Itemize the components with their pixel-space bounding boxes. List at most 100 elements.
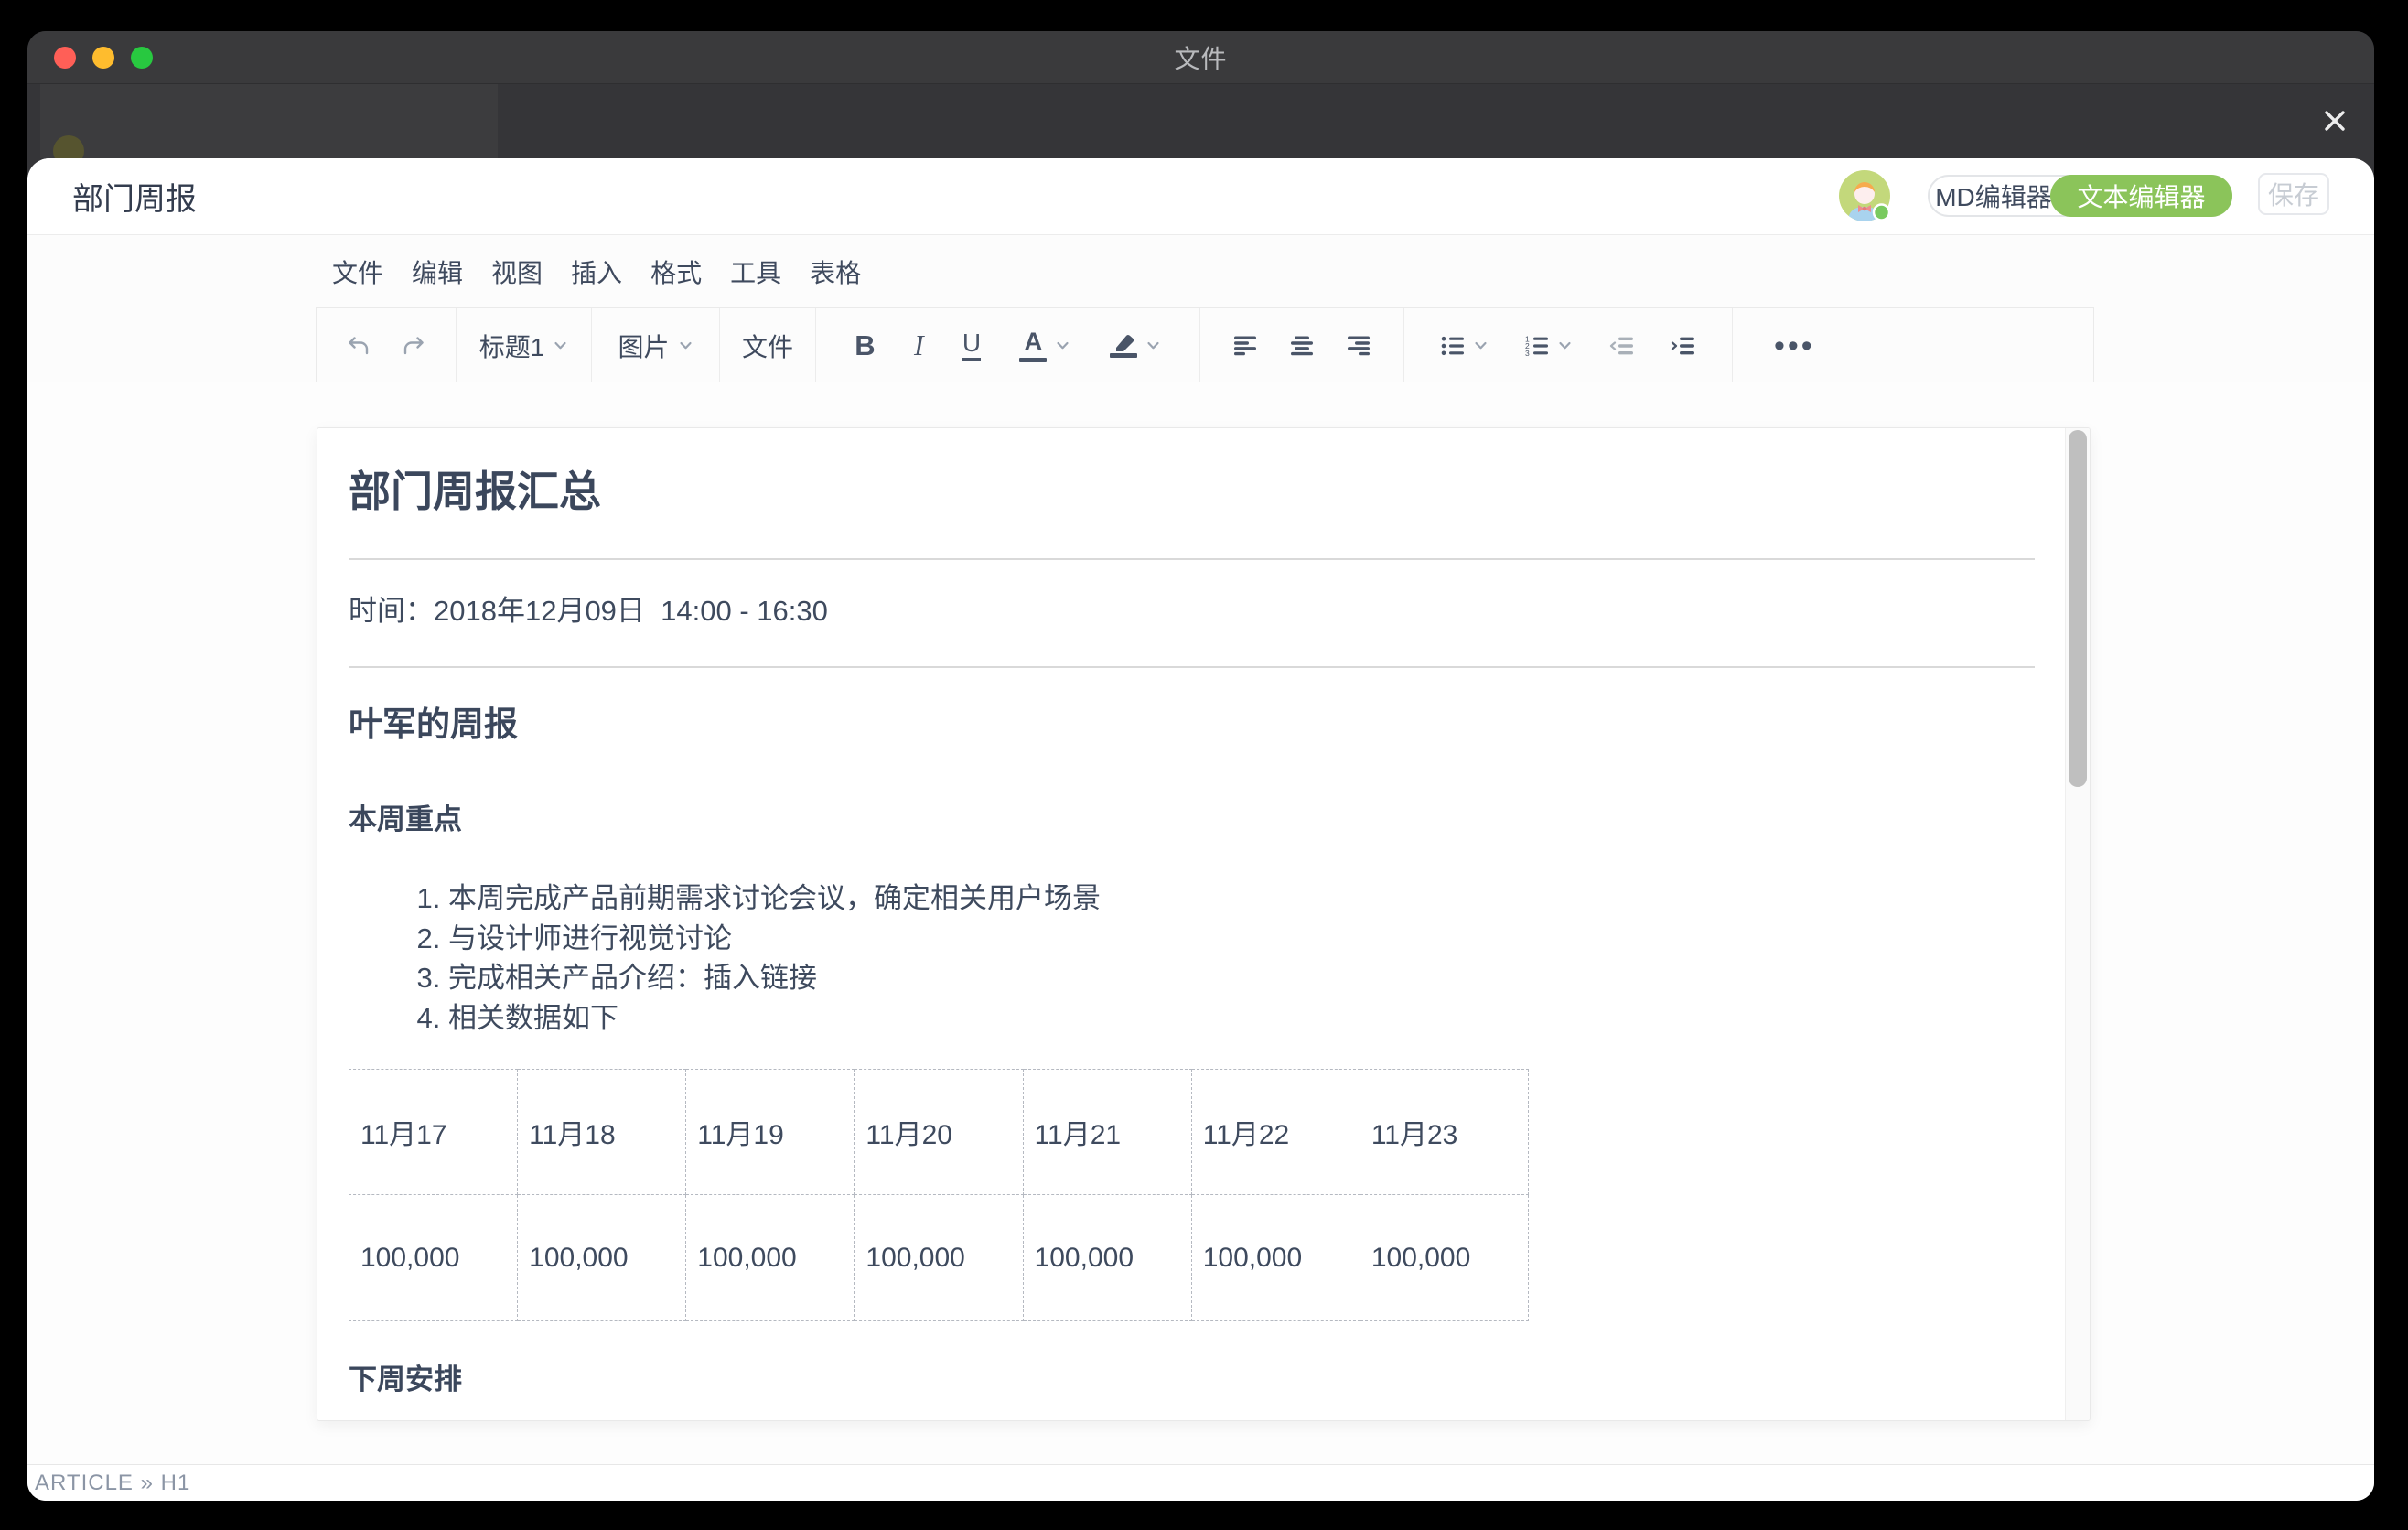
menu-insert[interactable]: 插入	[571, 253, 622, 290]
underline-button[interactable]: U	[962, 329, 981, 361]
menubar: 文件 编辑 视图 插入 格式 工具 表格	[27, 235, 2374, 307]
menu-table[interactable]: 表格	[810, 253, 861, 290]
table-cell[interactable]: 11月20	[855, 1070, 1023, 1195]
list-item[interactable]: 相关数据如下	[448, 998, 2035, 1039]
list-item[interactable]: 与设计师进行视觉讨论	[448, 919, 2035, 959]
outdent-button[interactable]	[1609, 336, 1634, 356]
chevron-down-icon	[678, 338, 693, 353]
editor-content-area: 部门周报汇总 时间：2018年12月09日 14:00 - 16:30 叶军的周…	[27, 382, 2374, 1464]
horizontal-rule	[349, 558, 2035, 560]
bullet-list-icon	[1441, 336, 1465, 356]
minimize-window-button[interactable]	[92, 47, 114, 69]
close-icon	[2320, 106, 2349, 135]
horizontal-rule	[349, 666, 2035, 668]
align-center-button[interactable]	[1290, 336, 1314, 356]
list-item[interactable]: 完成相关产品介绍：插入链接	[448, 958, 2035, 998]
traffic-lights	[54, 47, 153, 69]
doc-heading-1[interactable]: 部门周报汇总	[349, 465, 2035, 518]
file-button[interactable]: 文件	[742, 328, 793, 364]
highlight-control	[1110, 333, 1161, 358]
doc-heading-focus[interactable]: 本周重点	[349, 802, 2035, 838]
image-select[interactable]: 图片	[618, 328, 693, 364]
table-cell[interactable]: 11月22	[1191, 1070, 1360, 1195]
toolbar: 标题1 图片 文件	[316, 307, 2094, 382]
menu-tools[interactable]: 工具	[730, 253, 781, 290]
doc-heading-next[interactable]: 下周安排	[349, 1362, 2035, 1398]
table-cell[interactable]: 100,000	[1191, 1195, 1360, 1321]
toolbar-group-heading: 标题1	[457, 308, 592, 382]
image-select-label: 图片	[618, 328, 669, 364]
toolbar-group-lists: 1 2 3	[1404, 308, 1733, 382]
doc-time-line[interactable]: 时间：2018年12月09日 14:00 - 16:30	[349, 593, 2035, 630]
align-left-button[interactable]	[1233, 336, 1257, 356]
align-right-icon	[1347, 336, 1371, 356]
data-table[interactable]: 11月17 11月18 11月19 11月20 11月21 11月22 11月2…	[349, 1069, 1529, 1321]
bold-button[interactable]: B	[855, 329, 875, 362]
italic-button[interactable]: I	[914, 329, 924, 362]
align-left-icon	[1233, 336, 1257, 356]
dimmed-sidebar	[40, 84, 498, 158]
text-color-button[interactable]: A	[1019, 329, 1047, 362]
text-editor-button[interactable]: 文本编辑器	[2050, 175, 2232, 217]
more-button[interactable]: •••	[1774, 330, 1815, 361]
table-cell[interactable]: 11月19	[686, 1070, 855, 1195]
close-window-button[interactable]	[54, 47, 76, 69]
table-cell[interactable]: 100,000	[518, 1195, 686, 1321]
indent-button[interactable]	[1671, 336, 1695, 356]
table-cell[interactable]: 100,000	[1360, 1195, 1528, 1321]
toolbar-group-history	[317, 308, 457, 382]
bullet-list-button[interactable]	[1441, 336, 1465, 356]
md-editor-button[interactable]: MD编辑器	[1930, 177, 2058, 215]
save-button[interactable]: 保存	[2258, 173, 2329, 215]
table-cell[interactable]: 11月17	[349, 1070, 518, 1195]
menu-edit[interactable]: 编辑	[412, 253, 463, 290]
toolbar-group-more: •••	[1733, 308, 2093, 382]
menu-format[interactable]: 格式	[650, 253, 702, 290]
table-cell[interactable]: 11月18	[518, 1070, 686, 1195]
toolbar-group-align	[1200, 308, 1404, 382]
maximize-window-button[interactable]	[131, 47, 153, 69]
indent-icon	[1671, 336, 1695, 356]
table-row: 100,000 100,000 100,000 100,000 100,000 …	[349, 1195, 1529, 1321]
heading-select[interactable]: 标题1	[479, 328, 569, 364]
numbered-list-icon: 1 2 3	[1525, 336, 1549, 356]
text-color-letter: A	[1025, 329, 1043, 354]
editor-mode-toggle: MD编辑器 文本编辑器	[1928, 175, 2232, 217]
redo-button[interactable]	[402, 335, 425, 357]
titlebar: 文件	[27, 31, 2374, 84]
table-cell[interactable]: 100,000	[855, 1195, 1023, 1321]
table-row: 11月17 11月18 11月19 11月20 11月21 11月22 11月2…	[349, 1070, 1529, 1195]
chevron-down-icon[interactable]	[1055, 338, 1070, 353]
highlight-color-bar	[1110, 353, 1137, 358]
app-window: 文件 部门周报	[27, 31, 2374, 1501]
scrollbar-thumb[interactable]	[2069, 430, 2087, 787]
document-title: 部门周报	[72, 174, 197, 219]
document-body: 部门周报汇总 时间：2018年12月09日 14:00 - 16:30 叶军的周…	[317, 428, 2090, 1398]
table-cell[interactable]: 11月23	[1360, 1070, 1528, 1195]
table-cell[interactable]: 100,000	[686, 1195, 855, 1321]
numbered-list-button[interactable]: 1 2 3	[1525, 336, 1549, 356]
table-cell[interactable]: 100,000	[1023, 1195, 1191, 1321]
doc-ordered-list: 本周完成产品前期需求讨论会议，确定相关用户场景 与设计师进行视觉讨论 完成相关产…	[349, 878, 2035, 1038]
list-item[interactable]: 本周完成产品前期需求讨论会议，确定相关用户场景	[448, 878, 2035, 919]
chevron-down-icon[interactable]	[1145, 338, 1161, 353]
chevron-down-icon[interactable]	[1557, 338, 1573, 353]
avatar[interactable]	[1839, 170, 1890, 221]
scrollbar-track[interactable]	[2065, 428, 2090, 1420]
menu-file[interactable]: 文件	[332, 253, 383, 290]
doc-heading-2[interactable]: 叶军的周报	[349, 703, 2035, 747]
text-color-control: A	[1019, 329, 1070, 362]
undo-button[interactable]	[347, 335, 371, 357]
highlighter-icon	[1110, 333, 1137, 351]
document-page[interactable]: 部门周报汇总 时间：2018年12月09日 14:00 - 16:30 叶军的周…	[317, 427, 2091, 1421]
highlight-button[interactable]	[1110, 333, 1137, 358]
toolbar-group-file: 文件	[720, 308, 816, 382]
table-cell[interactable]: 11月21	[1023, 1070, 1191, 1195]
chevron-down-icon[interactable]	[1473, 338, 1489, 353]
table-cell[interactable]: 100,000	[349, 1195, 518, 1321]
align-right-button[interactable]	[1347, 336, 1371, 356]
close-modal-button[interactable]	[2318, 104, 2351, 137]
bullet-list-control	[1441, 336, 1489, 356]
statusbar: ARTICLE » H1	[27, 1464, 2374, 1501]
menu-view[interactable]: 视图	[491, 253, 543, 290]
